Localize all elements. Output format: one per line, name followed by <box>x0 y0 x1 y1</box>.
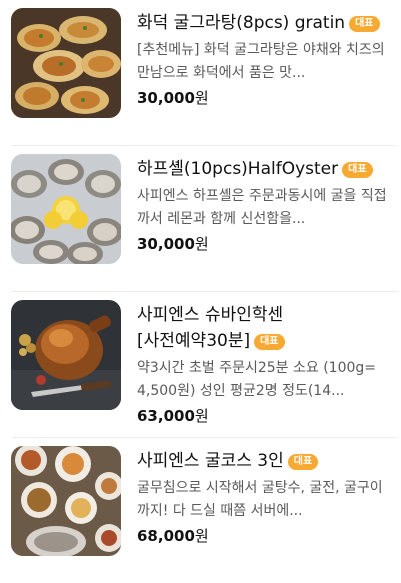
menu-item-name: 화덕 굴그라탕(8pcs) gratin <box>137 13 346 33</box>
menu-item-info: 사피엔스 굴코스 3인 대표 굴무침으로 시작해서 굴탕수, 굴전, 굴구이까지!… <box>137 438 395 546</box>
menu-item-info: 사피엔스 슈바인학센[사전예약30분] 대표 약3시간 초벌 주문시25분 소요 … <box>137 292 395 426</box>
signature-badge: 대표 <box>349 16 380 32</box>
menu-item-price: 68,000원 <box>137 526 395 546</box>
menu-item[interactable]: 하프셸(10pcs)HalfOyster 대표 사피엔스 하프셸은 주문과동시에 … <box>0 146 401 292</box>
menu-item[interactable]: 사피엔스 슈바인학센[사전예약30분] 대표 약3시간 초벌 주문시25분 소요 … <box>0 292 401 438</box>
menu-item-price: 30,000원 <box>137 234 395 254</box>
price-amount: 63,000 <box>137 407 195 425</box>
menu-list: 화덕 굴그라탕(8pcs) gratin 대표 [추천메뉴] 화덕 굴그라탕은 야… <box>0 0 401 583</box>
signature-badge: 대표 <box>342 162 373 178</box>
price-amount: 30,000 <box>137 235 195 253</box>
price-amount: 68,000 <box>137 527 195 545</box>
menu-item-title: 하프셸(10pcs)HalfOyster 대표 <box>137 156 395 182</box>
price-currency: 원 <box>194 235 209 253</box>
menu-item-name: 사피엔스 굴코스 3인 <box>137 451 284 471</box>
menu-item-title: 화덕 굴그라탕(8pcs) gratin 대표 <box>137 10 395 36</box>
signature-badge: 대표 <box>254 334 285 350</box>
menu-item-description: [추천메뉴] 화덕 굴그라탕은 야채와 치즈의 만남으로 화덕에서 품은 맛..… <box>137 42 385 81</box>
menu-item[interactable]: 사피엔스 굴코스 3인 대표 굴무침으로 시작해서 굴탕수, 굴전, 굴구이까지!… <box>0 438 401 583</box>
menu-item-info: 하프셸(10pcs)HalfOyster 대표 사피엔스 하프셸은 주문과동시에 … <box>137 146 395 254</box>
price-currency: 원 <box>194 89 209 107</box>
price-currency: 원 <box>194 407 209 425</box>
menu-item-price: 63,000원 <box>137 406 395 426</box>
price-amount: 30,000 <box>137 89 195 107</box>
menu-item-description: 약3시간 초벌 주문시25분 소요 (100g= 4,500원) 성인 평균2명… <box>137 360 377 399</box>
menu-item-title: 사피엔스 슈바인학센[사전예약30분] 대표 <box>137 302 395 354</box>
menu-item-name: 하프셸(10pcs)HalfOyster <box>137 159 339 179</box>
price-currency: 원 <box>194 527 209 545</box>
gratin-oysters-photo <box>11 8 121 118</box>
menu-item-description: 사피엔스 하프셸은 주문과동시에 굴을 직접까서 레몬과 함께 신선함을... <box>137 188 387 227</box>
schweinshaxe-photo <box>11 300 121 410</box>
oyster-course-spread-photo <box>11 446 121 556</box>
menu-item-title: 사피엔스 굴코스 3인 대표 <box>137 448 395 474</box>
menu-item-description: 굴무침으로 시작해서 굴탕수, 굴전, 굴구이까지! 다 드실 때쯤 서버에..… <box>137 480 383 519</box>
menu-item-price: 30,000원 <box>137 88 395 108</box>
raw-oysters-lemon-photo <box>11 154 121 264</box>
menu-item-info: 화덕 굴그라탕(8pcs) gratin 대표 [추천메뉴] 화덕 굴그라탕은 야… <box>137 0 395 108</box>
menu-item[interactable]: 화덕 굴그라탕(8pcs) gratin 대표 [추천메뉴] 화덕 굴그라탕은 야… <box>0 0 401 146</box>
signature-badge: 대표 <box>287 454 319 470</box>
